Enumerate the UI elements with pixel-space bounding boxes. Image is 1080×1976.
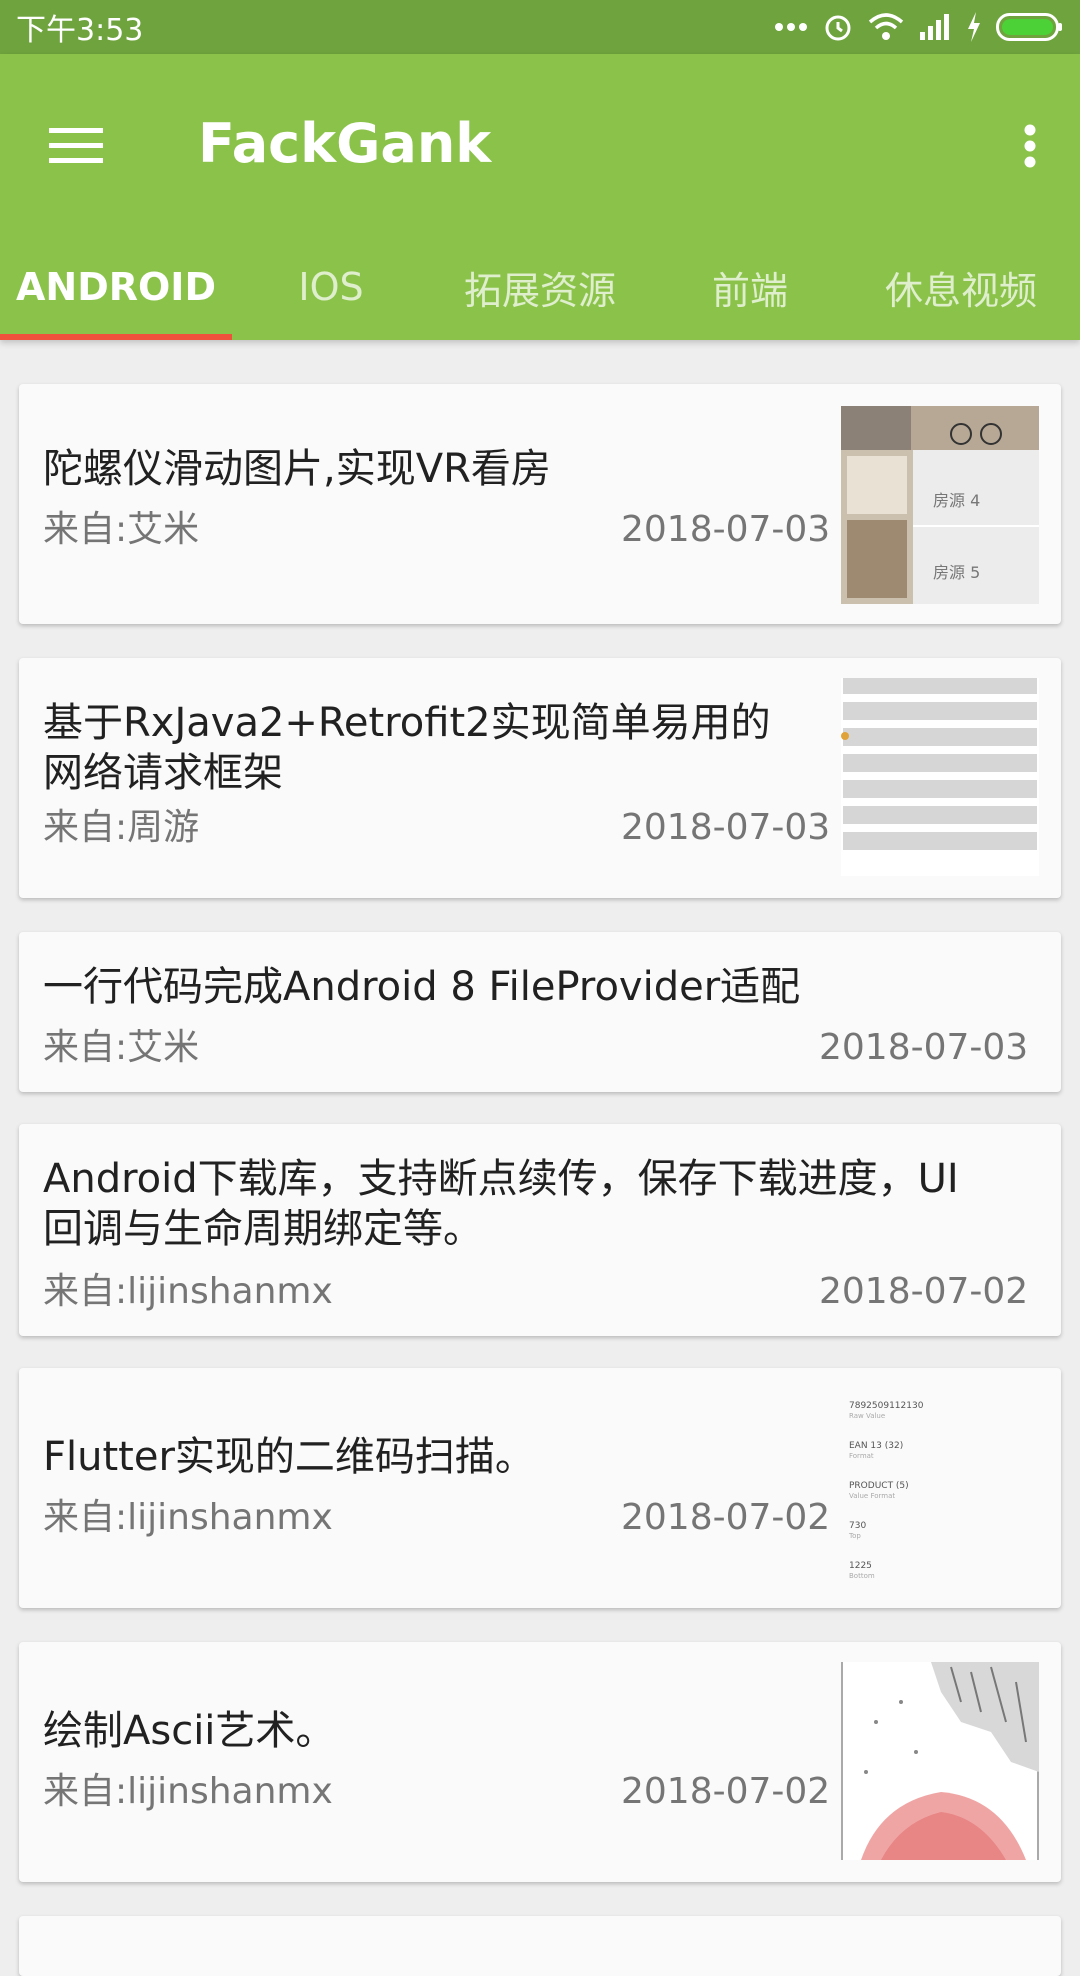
- tab-indicator: [0, 334, 232, 340]
- article-title: 基于RxJava2+Retrofit2实现简单易用的: [43, 700, 771, 746]
- thumb-label: 730: [849, 1521, 866, 1531]
- signal-icon: [920, 14, 949, 40]
- vr-house-thumbnail-image: 房源 4 房源 5: [841, 406, 1039, 604]
- article-date: 2018-07-02: [621, 1771, 831, 1812]
- tab-bar: ANDROID IOS 拓展资源 前端 休息视频: [0, 234, 1080, 340]
- article-date: 2018-07-02: [621, 1497, 831, 1538]
- article-source: 来自:lijinshanmx: [43, 1771, 333, 1812]
- article-thumbnail: 7892509112130 Raw Value EAN 13 (32) Form…: [841, 1388, 1039, 1586]
- network-framework-thumbnail-image: [841, 678, 1037, 850]
- thumb-label: Top: [848, 1532, 861, 1540]
- article-thumbnail: [841, 1662, 1039, 1860]
- article-source: 来自:艾米: [43, 1027, 200, 1068]
- article-card[interactable]: Flutter实现的二维码扫描。 来自:lijinshanmx 2018-07-…: [19, 1368, 1061, 1608]
- article-thumbnail: 房源 4 房源 5: [841, 406, 1039, 604]
- menu-button[interactable]: [36, 106, 116, 186]
- article-title: 绘制Ascii艺术。: [43, 1708, 336, 1754]
- status-bar: 下午3:53: [0, 0, 1080, 54]
- overflow-menu-button[interactable]: [1000, 106, 1060, 186]
- article-title: 一行代码完成Android 8 FileProvider适配: [43, 964, 801, 1010]
- status-time: 下午3:53: [16, 13, 144, 48]
- thumb-label: EAN 13 (32): [849, 1441, 903, 1451]
- article-source: 来自:lijinshanmx: [43, 1497, 333, 1538]
- tab-android[interactable]: ANDROID: [0, 234, 232, 340]
- article-date: 2018-07-03: [621, 509, 831, 550]
- app-bar: FackGank ANDROID IOS 拓展资源 前端 休息视频: [0, 54, 1080, 340]
- tab-frontend[interactable]: 前端: [650, 234, 850, 340]
- article-card[interactable]: 陀螺仪滑动图片,实现VR看房 来自:艾米 2018-07-03 房源 4 房源 …: [19, 384, 1061, 624]
- article-date: 2018-07-03: [819, 1027, 1029, 1068]
- tab-rest-videos[interactable]: 休息视频: [850, 234, 1072, 340]
- article-card[interactable]: 基于RxJava2+Retrofit2实现简单易用的 网络请求框架 来自:周游 …: [19, 658, 1061, 898]
- article-title-line-2: 网络请求框架: [43, 750, 283, 796]
- tab-ios[interactable]: IOS: [232, 234, 430, 340]
- article-date: 2018-07-02: [819, 1271, 1029, 1312]
- article-card[interactable]: 一行代码完成Android 8 FileProvider适配 来自:艾米 201…: [19, 932, 1061, 1092]
- thumb-label: 7892509112130: [849, 1401, 924, 1411]
- thumb-label: Format: [849, 1452, 874, 1460]
- more-dots-icon: [775, 23, 807, 31]
- article-title-line-2: 回调与生命周期绑定等。: [43, 1206, 483, 1252]
- ascii-art-thumbnail-image: [841, 1662, 1039, 1860]
- thumb-label: PRODUCT (5): [849, 1481, 909, 1491]
- battery-icon: [996, 13, 1062, 41]
- status-icons: [774, 11, 1064, 43]
- app-title: FackGank: [198, 112, 492, 175]
- hamburger-menu-icon: [49, 128, 103, 163]
- article-card[interactable]: Android下载库，支持断点续传，保存下载进度，UI 回调与生命周期绑定等。 …: [19, 1124, 1061, 1336]
- article-date: 2018-07-03: [621, 807, 831, 848]
- thumb-label: Value Format: [849, 1492, 895, 1500]
- article-card[interactable]: 绘制Ascii艺术。 来自:lijinshanmx 2018-07-02: [19, 1642, 1061, 1882]
- tab-extended-resources[interactable]: 拓展资源: [430, 234, 650, 340]
- alarm-icon: [825, 15, 851, 41]
- article-title: Flutter实现的二维码扫描。: [43, 1434, 535, 1480]
- thumb-label: Raw Value: [849, 1412, 885, 1420]
- more-vert-icon: [1024, 124, 1036, 168]
- qr-scan-thumbnail-image: 7892509112130 Raw Value EAN 13 (32) Form…: [848, 1401, 924, 1580]
- article-title: Android下载库，支持断点续传，保存下载进度，UI: [43, 1156, 959, 1202]
- wifi-icon: [868, 13, 904, 40]
- thumb-label: 1225: [849, 1561, 872, 1571]
- thumb-label: Bottom: [849, 1572, 875, 1580]
- article-title: 陀螺仪滑动图片,实现VR看房: [43, 446, 551, 492]
- article-source: 来自:艾米: [43, 509, 200, 550]
- article-thumbnail: [841, 678, 1039, 876]
- article-card[interactable]: [19, 1916, 1061, 1976]
- article-source: 来自:周游: [43, 807, 200, 848]
- charging-icon: [968, 12, 980, 42]
- article-source: 来自:lijinshanmx: [43, 1271, 333, 1312]
- thumb-label: 房源 5: [933, 563, 980, 582]
- thumb-label: 房源 4: [933, 491, 980, 510]
